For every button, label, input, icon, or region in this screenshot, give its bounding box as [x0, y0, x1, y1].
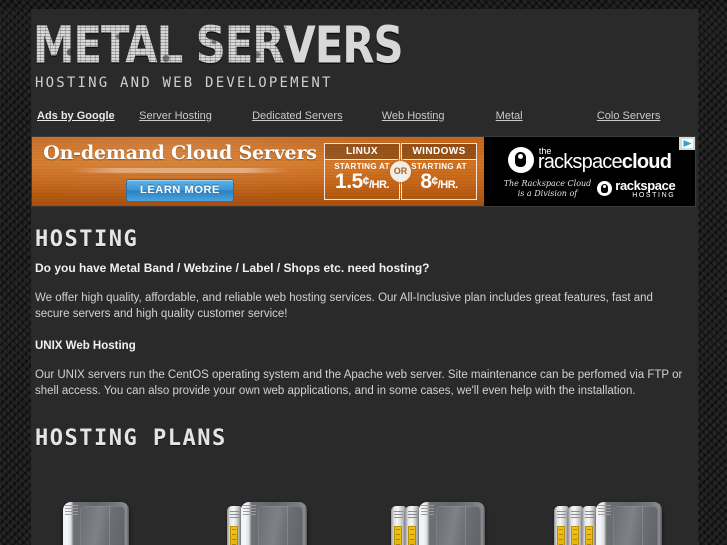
price-per-linux: /HR.	[368, 179, 390, 191]
hosting-plans-gallery	[35, 466, 694, 545]
rackspace-name-bold: cloud	[621, 151, 672, 173]
plan-item-4[interactable]	[530, 466, 694, 545]
adnav-link-web-hosting[interactable]: Web Hosting	[382, 110, 445, 122]
rackspace-hosting-icon	[597, 181, 613, 196]
price-amount-linux: 1.5¢/HR.	[325, 171, 399, 196]
rackspace-division-note: The Rackspace Cloud is a Division of rac…	[504, 179, 676, 199]
server-slice-icon	[582, 506, 598, 545]
learn-more-button[interactable]: LEARN MORE	[126, 178, 234, 202]
server-slice-icon	[568, 506, 584, 545]
adnav-link-metal[interactable]: Metal	[496, 110, 523, 122]
adnav-link-colo-servers[interactable]: Colo Servers	[597, 110, 661, 122]
main-content: HOSTING Do you have Metal Band / Webzine…	[31, 207, 698, 545]
price-os-windows: WINDOWS	[401, 143, 477, 159]
page-title-hosting: HOSTING	[35, 227, 139, 252]
server-slice-icon	[226, 506, 242, 545]
ads-by-google-nav: Ads by Google Server Hosting Dedicated S…	[31, 105, 698, 127]
rackspace-division-line2: is a Division of	[517, 188, 578, 198]
site-logo-text: METAL SERVERS	[33, 16, 404, 76]
banner-headline: On-demand Cloud Servers	[43, 141, 317, 164]
site-tagline: HOSTING AND WEB DEVELOPEMENT	[35, 75, 333, 91]
price-amount-windows: 8¢/HR.	[402, 171, 476, 196]
banner-ad[interactable]: On-demand Cloud Servers LEARN MORE LINUX…	[31, 136, 696, 207]
plan-item-2[interactable]	[203, 466, 367, 545]
rackspace-hosting-sub: HOSTING	[632, 191, 676, 199]
server-led-strip-icon	[229, 526, 238, 545]
rackspace-cloud-wordmark: the rackspacecloud	[537, 147, 672, 173]
hosting-paragraph-2: Our UNIX servers run the CentOS operatin…	[35, 369, 683, 397]
price-or-chip: OR	[390, 161, 411, 182]
page-left-texture-border	[0, 0, 31, 545]
rackspace-hosting-logo: rackspace HOSTING	[597, 179, 676, 199]
adchoices-triangle-icon[interactable]	[679, 137, 695, 150]
server-slice-icon	[390, 506, 406, 545]
price-sub-windows: STARTING AT	[411, 162, 467, 171]
price-per-windows: /HR.	[437, 179, 459, 191]
rackspace-division-text: The Rackspace Cloud is a Division of	[504, 179, 592, 199]
server-vent-icon	[242, 505, 256, 517]
banner-pricing-group: LINUX STARTING AT 1.5¢/HR. OR WINDOWS ST…	[324, 143, 477, 200]
price-value-windows: 8	[420, 170, 432, 193]
server-stack-3	[390, 502, 485, 545]
plan-item-1[interactable]	[39, 466, 203, 545]
hosting-plans-title: HOSTING PLANS	[35, 426, 227, 451]
adnav-link-dedicated-servers[interactable]: Dedicated Servers	[252, 110, 343, 122]
rackspace-fanatical-support-icon	[507, 146, 534, 173]
banner-ad-offer-panel[interactable]: On-demand Cloud Servers LEARN MORE LINUX…	[32, 137, 484, 206]
ads-by-google-link[interactable]: Ads by Google	[37, 110, 139, 122]
server-led-strip-icon	[393, 526, 402, 545]
banner-promo: On-demand Cloud Servers LEARN MORE	[32, 142, 322, 202]
server-tower-icon	[418, 502, 485, 545]
price-box-linux: LINUX STARTING AT 1.5¢/HR.	[324, 143, 400, 200]
banner-ad-advertiser-panel[interactable]: the rackspacecloud The Rackspace Cloud i…	[484, 137, 695, 206]
rackspace-hosting-wordmark: rackspace HOSTING	[615, 179, 675, 199]
page-top-texture-border	[0, 0, 727, 9]
server-vent-icon	[65, 505, 78, 517]
server-vent-icon	[598, 505, 612, 517]
server-stack-2	[226, 502, 307, 545]
plan-item-3[interactable]	[367, 466, 531, 545]
page-container: METAL SERVERS HOSTING AND WEB DEVELOPEME…	[31, 9, 698, 545]
server-slice-icon	[404, 506, 420, 545]
unix-web-hosting-subhead: UNIX Web Hosting	[35, 340, 136, 352]
server-slice-icon	[554, 506, 570, 545]
server-led-strip-icon	[571, 526, 580, 545]
site-logo[interactable]: METAL SERVERS	[33, 19, 698, 73]
server-stack-1	[63, 502, 129, 545]
price-value-linux: 1.5	[335, 170, 363, 193]
price-body-linux: STARTING AT 1.5¢/HR.	[324, 159, 400, 200]
page-right-texture-border	[698, 0, 727, 545]
banner-divider-rule	[72, 167, 288, 173]
server-tower-icon	[240, 502, 307, 545]
price-os-linux: LINUX	[324, 143, 400, 159]
server-led-strip-icon	[557, 526, 566, 545]
rackspace-name-light: rackspace	[537, 151, 623, 173]
site-masthead: METAL SERVERS HOSTING AND WEB DEVELOPEME…	[31, 9, 698, 91]
server-led-strip-icon	[407, 526, 416, 545]
hosting-lede: Do you have Metal Band / Webzine / Label…	[35, 261, 430, 275]
price-body-windows: STARTING AT 8¢/HR.	[401, 159, 477, 200]
rackspace-hosting-name: rackspace	[615, 177, 676, 193]
server-tower-icon	[63, 502, 129, 545]
adnav-link-server-hosting[interactable]: Server Hosting	[139, 110, 212, 122]
hosting-paragraph-1: We offer high quality, affordable, and r…	[35, 292, 653, 320]
price-box-windows: WINDOWS STARTING AT 8¢/HR.	[401, 143, 477, 200]
server-tower-icon	[596, 502, 663, 545]
server-led-strip-icon	[585, 526, 594, 545]
rackspace-cloud-logo: the rackspacecloud	[507, 146, 672, 173]
server-vent-icon	[420, 505, 434, 517]
rackspace-division-line1: The Rackspace Cloud	[503, 178, 592, 188]
server-stack-4	[554, 502, 663, 545]
rackspace-name: rackspacecloud	[537, 151, 672, 173]
